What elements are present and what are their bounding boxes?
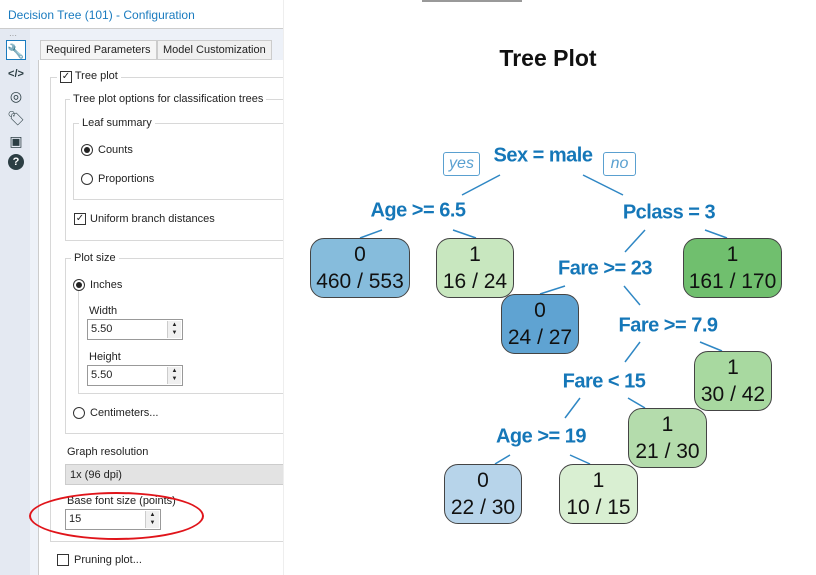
- leaf-node: 0 460 / 553: [310, 238, 410, 298]
- split-label: Fare < 15: [562, 370, 646, 393]
- edge: [569, 454, 591, 465]
- leaf-node: 1 16 / 24: [436, 238, 514, 298]
- leaf-node: 1 161 / 170: [683, 238, 782, 298]
- leaf-node: 1 30 / 42: [694, 351, 772, 411]
- leaf-class: 1: [727, 356, 739, 379]
- split-label: Age >= 6.5: [370, 199, 466, 222]
- edge: [461, 174, 501, 196]
- leaf-count: 161 / 170: [688, 270, 777, 293]
- edge: [627, 397, 646, 409]
- edge: [564, 397, 581, 419]
- leaf-class: 1: [592, 469, 605, 492]
- edge: [452, 229, 477, 239]
- edge: [704, 229, 728, 239]
- leaf-count: 16 / 24: [442, 270, 508, 293]
- leaf-class: 1: [726, 243, 739, 266]
- leaf-class: 0: [477, 469, 489, 492]
- leaf-node: 1 21 / 30: [628, 408, 707, 468]
- edge: [359, 229, 383, 239]
- no-label: no: [603, 152, 636, 176]
- edge: [539, 285, 566, 295]
- leaf-class: 0: [354, 243, 366, 266]
- leaf-count: 22 / 30: [450, 496, 516, 519]
- leaf-class: 1: [661, 413, 674, 436]
- split-label: Pclass = 3: [622, 201, 716, 224]
- split-label: Sex = male: [493, 144, 593, 167]
- leaf-count: 30 / 42: [700, 383, 766, 406]
- leaf-class: 0: [534, 299, 546, 322]
- leaf-count: 24 / 27: [507, 326, 573, 349]
- edge: [623, 285, 641, 306]
- leaf-node: 1 10 / 15: [559, 464, 638, 524]
- leaf-count: 21 / 30: [635, 440, 700, 463]
- yes-label: yes: [443, 152, 480, 176]
- edge: [582, 174, 624, 196]
- edge: [624, 341, 641, 363]
- split-label: Age >= 19: [495, 425, 587, 448]
- leaf-node: 0 22 / 30: [444, 464, 522, 524]
- leaf-count: 10 / 15: [566, 496, 631, 519]
- edge: [494, 454, 511, 465]
- split-label: Fare >= 23: [558, 257, 652, 280]
- leaf-node: 0 24 / 27: [501, 294, 579, 354]
- edge: [624, 229, 646, 253]
- edge: [699, 341, 723, 352]
- split-label: Fare >= 7.9: [618, 314, 718, 337]
- leaf-count: 460 / 553: [316, 270, 404, 293]
- leaf-class: 1: [469, 243, 481, 266]
